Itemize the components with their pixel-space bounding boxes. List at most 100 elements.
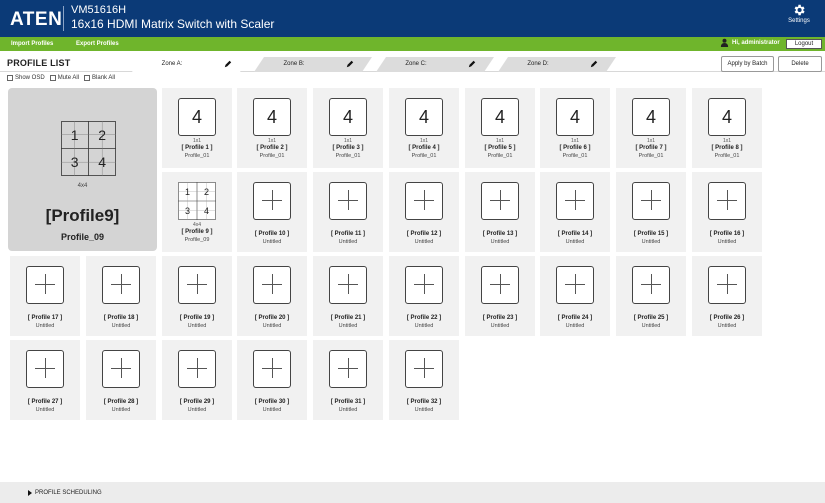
- profile-name: [ Profile 13 ]: [482, 231, 518, 237]
- profile-tile[interactable]: [ Profile 21 ] Untitled: [313, 256, 383, 336]
- profile-subtitle: Profile_01: [259, 153, 285, 159]
- logout-button[interactable]: Logout: [786, 39, 822, 49]
- profile-subtitle: Untitled: [490, 323, 510, 329]
- tab-zone-c[interactable]: Zone C:: [376, 57, 494, 72]
- logo-divider: [63, 6, 64, 31]
- footer-bar: PROFILE SCHEDULING: [0, 482, 825, 503]
- plus-icon: [405, 266, 443, 304]
- profile-name: [ Profile 32 ]: [406, 399, 442, 405]
- profile-tile[interactable]: [ Profile 13 ] Untitled: [465, 172, 535, 252]
- grid-number: 1: [185, 187, 190, 197]
- profile-name: [ Profile 2 ]: [256, 145, 288, 151]
- pencil-icon[interactable]: [468, 60, 476, 68]
- profile-tile[interactable]: 4 1x1[ Profile 6 ] Profile_01: [540, 88, 610, 168]
- tab-zone-b[interactable]: Zone B:: [254, 57, 372, 72]
- aten-logo: ATEN: [10, 9, 63, 30]
- plus-icon: [178, 266, 216, 304]
- layout-number-icon: 4: [481, 98, 519, 136]
- profile-name: [ Profile 22 ]: [406, 315, 442, 321]
- profile-subtitle: Untitled: [111, 407, 131, 413]
- profile-tile[interactable]: 1 2 3 4 4x4[ Profile 9 ] Profile_09: [162, 172, 232, 252]
- profile-tile[interactable]: 4 1x1[ Profile 3 ] Profile_01: [313, 88, 383, 168]
- profile-tile[interactable]: [ Profile 19 ] Untitled: [162, 256, 232, 336]
- profile-name: [ Profile 19 ]: [179, 315, 215, 321]
- blank-all-checkbox[interactable]: Blank All: [84, 75, 115, 81]
- layout-size: 1x1: [570, 138, 580, 144]
- profile-tile[interactable]: 4 1x1[ Profile 8 ] Profile_01: [692, 88, 762, 168]
- export-profiles-link[interactable]: Export Profiles: [76, 41, 119, 47]
- grid-number: 2: [204, 187, 209, 197]
- profile-subtitle: Untitled: [490, 239, 510, 245]
- profile-subtitle: Untitled: [414, 323, 434, 329]
- profile-tile[interactable]: [ Profile 20 ] Untitled: [237, 256, 307, 336]
- checkbox-box[interactable]: [84, 75, 91, 81]
- profile-tile[interactable]: [ Profile 10 ] Untitled: [237, 172, 307, 252]
- plus-icon: [253, 182, 291, 220]
- plus-icon: [708, 266, 746, 304]
- pencil-icon[interactable]: [590, 60, 598, 68]
- profile-tile[interactable]: [ Profile 18 ] Untitled: [86, 256, 156, 336]
- pencil-icon[interactable]: [346, 60, 354, 68]
- profile-tile[interactable]: [ Profile 17 ] Untitled: [10, 256, 80, 336]
- profile-subtitle: Untitled: [565, 323, 585, 329]
- tab-zone-a[interactable]: Zone A:: [132, 57, 250, 72]
- profile-name: [ Profile 9 ]: [181, 229, 213, 235]
- zone-label: Zone A:: [161, 61, 183, 67]
- profile-tile[interactable]: 4 1x1[ Profile 4 ] Profile_01: [389, 88, 459, 168]
- grid-number: 3: [185, 206, 190, 216]
- profile-tile[interactable]: [ Profile 27 ] Untitled: [10, 340, 80, 420]
- profile-tile[interactable]: [ Profile 15 ] Untitled: [616, 172, 686, 252]
- tab-zone-d[interactable]: Zone D:: [498, 57, 616, 72]
- checkbox-box[interactable]: [49, 75, 56, 81]
- mute-all-checkbox[interactable]: Mute All: [49, 75, 80, 81]
- profile-tile[interactable]: [ Profile 31 ] Untitled: [313, 340, 383, 420]
- profile-tile[interactable]: [ Profile 22 ] Untitled: [389, 256, 459, 336]
- profile-subtitle: Profile_01: [411, 153, 437, 159]
- profile-tile[interactable]: [ Profile 26 ] Untitled: [692, 256, 762, 336]
- settings-button[interactable]: Settings: [783, 3, 815, 24]
- apply-by-batch-button[interactable]: Apply by Batch: [721, 56, 774, 72]
- profile-tile[interactable]: [ Profile 30 ] Untitled: [237, 340, 307, 420]
- import-profiles-link[interactable]: Import Profiles: [11, 41, 53, 47]
- profile-subtitle: Untitled: [262, 239, 282, 245]
- profile-tile[interactable]: 4 1x1[ Profile 2 ] Profile_01: [237, 88, 307, 168]
- profile-tile[interactable]: 4 1x1[ Profile 7 ] Profile_01: [616, 88, 686, 168]
- profile-tile[interactable]: [ Profile 23 ] Untitled: [465, 256, 535, 336]
- layout-size: 4x4: [192, 222, 202, 228]
- profile-tile[interactable]: [ Profile 12 ] Untitled: [389, 172, 459, 252]
- plus-icon: [632, 266, 670, 304]
- pencil-icon[interactable]: [224, 60, 232, 68]
- profile-tile[interactable]: 4 1x1[ Profile 5 ] Profile_01: [465, 88, 535, 168]
- profile-scheduling-toggle[interactable]: PROFILE SCHEDULING: [27, 490, 102, 496]
- profile-tile[interactable]: 4 1x1[ Profile 1 ] Profile_01: [162, 88, 232, 168]
- show-osd-checkbox[interactable]: Show OSD: [7, 75, 45, 81]
- profile-name: [ Profile 10 ]: [254, 231, 290, 237]
- profile-subtitle: Profile_01: [562, 153, 588, 159]
- profile-tile[interactable]: [ Profile 24 ] Untitled: [540, 256, 610, 336]
- selected-profile-preview[interactable]: 1 2 3 4 4x4: [8, 88, 157, 251]
- mini-grid: 1 2 3 4: [178, 182, 216, 220]
- settings-label: Settings: [788, 18, 810, 24]
- plus-icon: [329, 182, 367, 220]
- profile-tile[interactable]: [ Profile 25 ] Untitled: [616, 256, 686, 336]
- profile-name: [ Profile 31 ]: [330, 399, 366, 405]
- layout-number-icon: 4: [556, 98, 594, 136]
- option-label: Show OSD: [15, 75, 45, 81]
- profile-name: [ Profile 3 ]: [332, 145, 364, 151]
- delete-button[interactable]: Delete: [778, 56, 822, 72]
- device-model: VM51616H: [71, 4, 127, 16]
- profile-tile[interactable]: [ Profile 29 ] Untitled: [162, 340, 232, 420]
- profile-tile[interactable]: [ Profile 11 ] Untitled: [313, 172, 383, 252]
- option-label: Mute All: [57, 75, 80, 81]
- profile-tile[interactable]: [ Profile 28 ] Untitled: [86, 340, 156, 420]
- profile-tile[interactable]: [ Profile 14 ] Untitled: [540, 172, 610, 252]
- profile-tile[interactable]: [ Profile 32 ] Untitled: [389, 340, 459, 420]
- scheduling-label: PROFILE SCHEDULING: [35, 490, 102, 496]
- grid-number: 3: [71, 154, 79, 170]
- profile-subtitle: Untitled: [187, 323, 207, 329]
- layout-number-icon: 4: [253, 98, 291, 136]
- profile-tile[interactable]: [ Profile 16 ] Untitled: [692, 172, 762, 252]
- checkbox-box[interactable]: [7, 75, 13, 81]
- plus-icon: [178, 350, 216, 388]
- profile-name: [ Profile 17 ]: [27, 315, 63, 321]
